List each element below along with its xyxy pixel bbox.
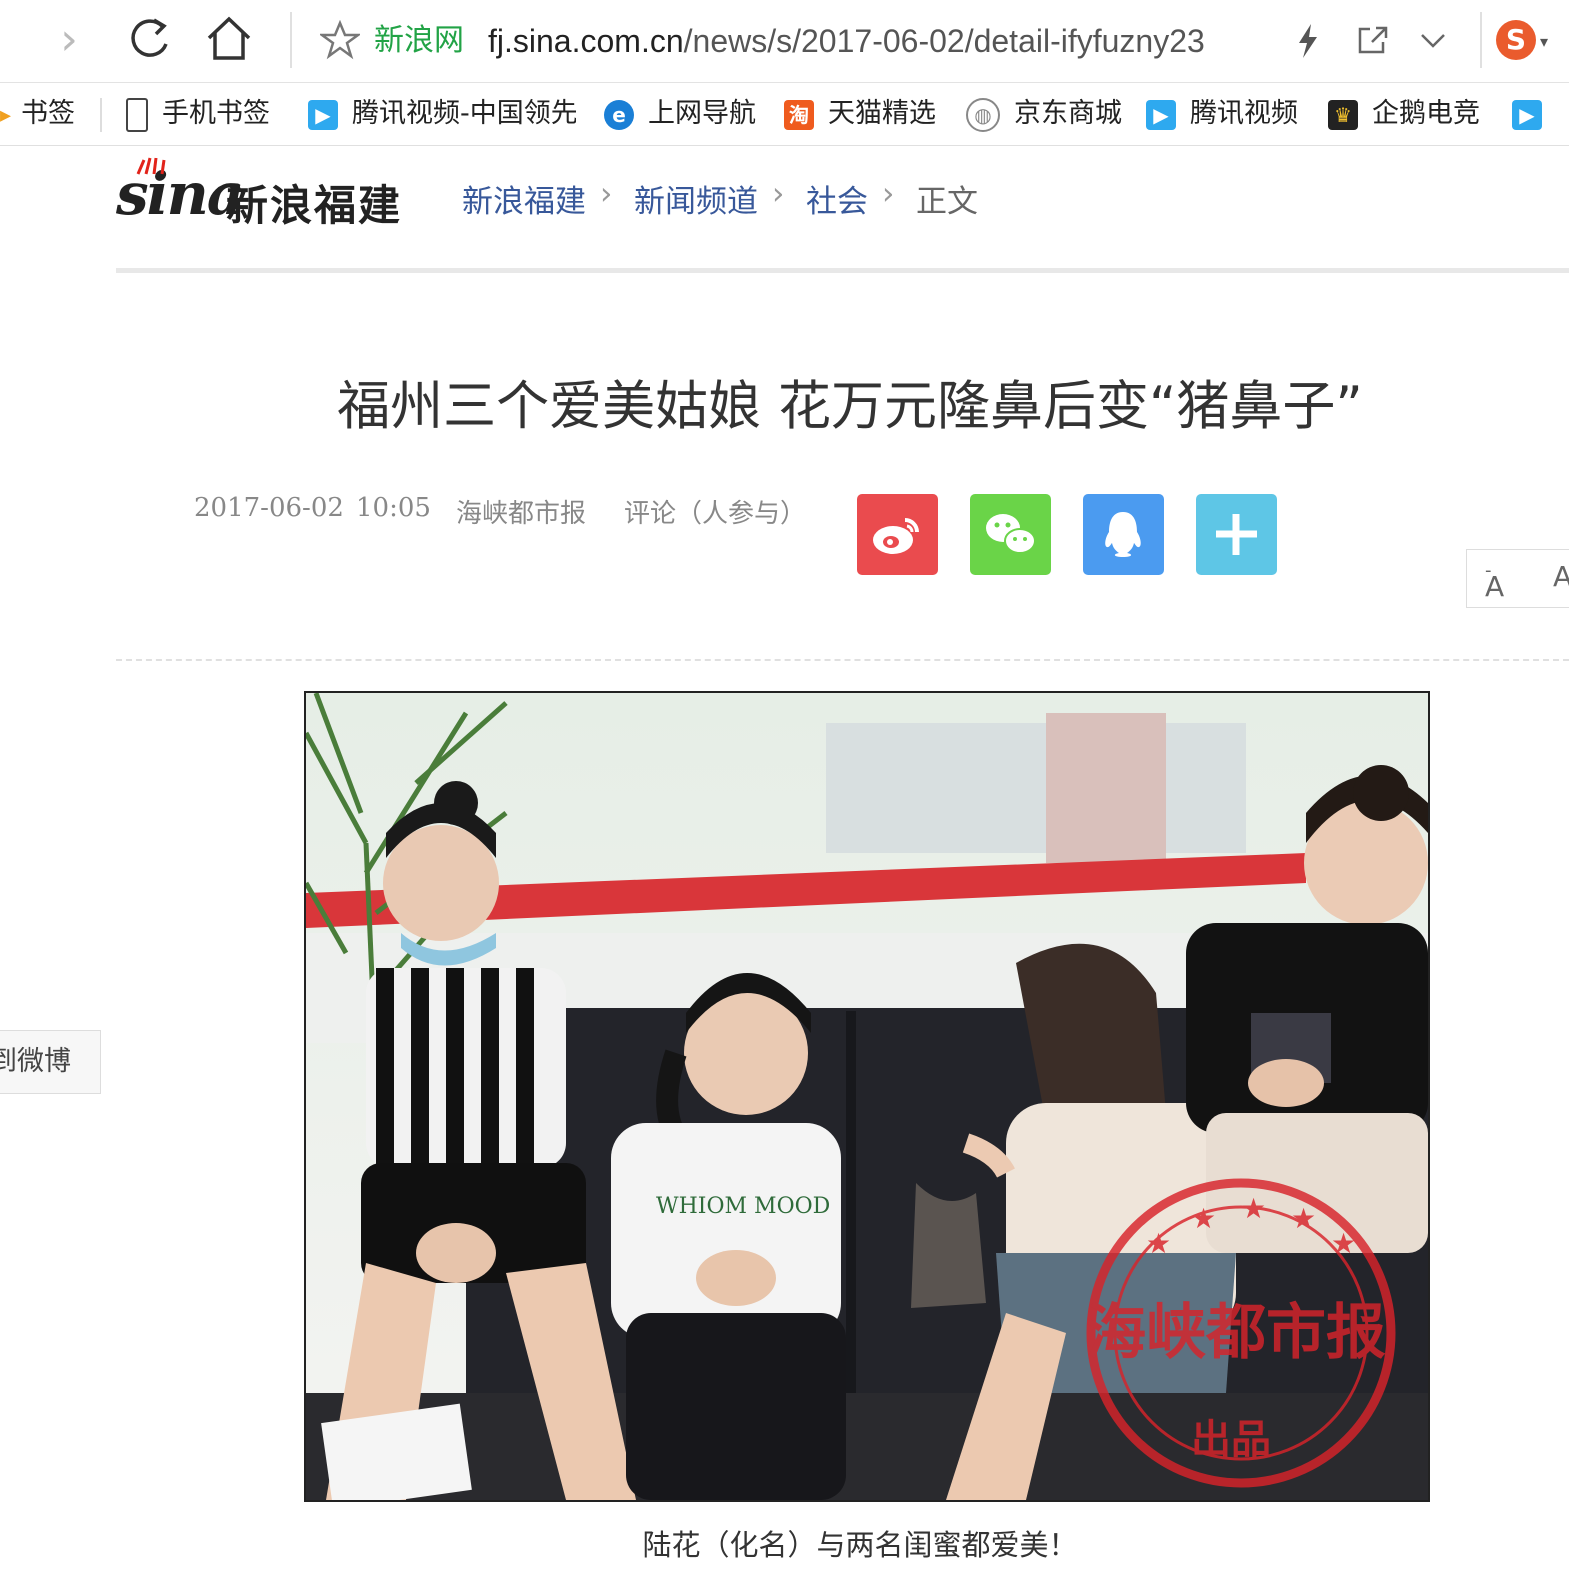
toolbar-divider xyxy=(1480,12,1482,68)
bookmark-mobile[interactable]: 手机书签 xyxy=(126,83,270,145)
breadcrumb-news[interactable]: 新闻频道 xyxy=(634,176,758,221)
bookmark-tencent-video-1[interactable]: ▶ 腾讯视频-中国领先 xyxy=(308,83,576,145)
forward-icon[interactable]: › xyxy=(44,0,94,80)
bookmark-tmall[interactable]: 淘天猫精选 xyxy=(784,83,936,145)
penguin-esports-icon: ♛ xyxy=(1328,99,1358,130)
mobile-icon xyxy=(126,97,148,132)
breadcrumb-separator-icon: › xyxy=(600,176,613,212)
font-decrease-label: A xyxy=(1485,570,1505,603)
share-wechat-button[interactable] xyxy=(970,494,1051,575)
share-page-icon[interactable] xyxy=(1356,24,1388,56)
bookmark-label: 书签 xyxy=(21,98,76,129)
share-to-weibo-tab[interactable]: 到微博 xyxy=(0,1030,101,1094)
bookmark-label: 上网导航 xyxy=(648,98,756,129)
svg-text:★: ★ xyxy=(1331,1227,1356,1260)
bookmarks-divider xyxy=(100,98,102,132)
content-divider xyxy=(116,659,1569,661)
bookmark-esports[interactable]: ♛ 企鹅电竞 xyxy=(1328,83,1480,145)
photo-caption: 陆花（化名）与两名闺蜜都爱美！ xyxy=(642,1528,1078,1562)
tencent-video-icon: ▶ xyxy=(1512,99,1542,130)
home-icon[interactable] xyxy=(204,14,254,64)
bookmark-label: 手机书签 xyxy=(162,98,270,129)
tencent-video-icon: ▶ xyxy=(1146,99,1176,130)
bookmark-jd[interactable]: ◍ 京东商城 xyxy=(966,83,1122,145)
bookmark-label: 天猫精选 xyxy=(828,98,936,129)
svg-text:★: ★ xyxy=(1241,1192,1266,1225)
address-site-label: 新浪网 xyxy=(374,23,464,58)
star-icon[interactable] xyxy=(318,19,362,60)
wechat-icon xyxy=(986,514,1036,554)
breadcrumb-separator-icon: › xyxy=(882,176,895,212)
qq-icon xyxy=(1105,512,1141,557)
font-increase-button[interactable]: A xyxy=(1553,560,1569,593)
chevron-down-icon[interactable] xyxy=(1418,28,1448,52)
lightning-icon[interactable] xyxy=(1294,22,1322,60)
bookmark-label: 企鹅电竞 xyxy=(1372,98,1480,129)
article-photo: WHIOM MOOD ★ ★ ★ ★ ★ 海峡都市报 出品 xyxy=(304,691,1430,1502)
share-qq-button[interactable] xyxy=(1083,494,1164,575)
svg-text:★: ★ xyxy=(1146,1227,1171,1260)
site-region-name: 新浪福建 xyxy=(226,181,403,230)
svg-text:★: ★ xyxy=(1291,1202,1316,1235)
plus-icon xyxy=(1216,514,1257,555)
bookmark-nav[interactable]: e 上网导航 xyxy=(604,83,756,145)
article-source[interactable]: 海峡都市报 xyxy=(456,493,586,530)
reload-icon[interactable] xyxy=(126,14,172,64)
bookmark-folder-icon: ▸ xyxy=(0,103,12,128)
svg-text:WHIOM MOOD: WHIOM MOOD xyxy=(656,1194,830,1219)
menu-arrow-icon[interactable]: ▾ xyxy=(1540,32,1548,51)
font-decrease-button[interactable]: A- xyxy=(1485,560,1504,603)
sina-eye-icon xyxy=(136,156,168,176)
watermark-text: 海峡都市报 xyxy=(1086,1298,1386,1368)
bookmark-label: 腾讯视频-中国领先 xyxy=(352,98,576,129)
breadcrumb-separator-icon: › xyxy=(772,176,785,212)
sina-logo[interactable]: sina xyxy=(116,160,244,228)
globe-icon: ◍ xyxy=(966,97,1000,132)
font-size-control: A- A xyxy=(1466,549,1569,608)
article-title: 福州三个爱美姑娘 花万元隆鼻后变“猪鼻子” xyxy=(337,376,1363,437)
bookmark-tencent-video-2[interactable]: ▶ 腾讯视频 xyxy=(1146,83,1298,145)
bookmark-shuqian[interactable]: ▸ 书签 xyxy=(0,83,75,145)
share-weibo-button[interactable] xyxy=(857,494,938,575)
url-path: /news/s/2017-06-02/detail-ifyfuzny23 xyxy=(683,23,1205,59)
tencent-video-icon: ▶ xyxy=(308,99,338,130)
bookmark-overflow[interactable]: ▶ xyxy=(1512,83,1556,145)
watermark-subtext: 出品 xyxy=(1191,1417,1271,1463)
sogou-icon[interactable]: S xyxy=(1496,20,1536,60)
svg-text:★: ★ xyxy=(1191,1202,1216,1235)
weibo-icon xyxy=(873,518,919,554)
toolbar-divider xyxy=(290,12,292,68)
bookmark-label: 腾讯视频 xyxy=(1190,98,1298,129)
address-bar[interactable]: fj.sina.com.cn/news/s/2017-06-02/detail-… xyxy=(488,0,1205,82)
article-date: 2017-06-02 xyxy=(194,493,344,523)
bookmark-label: 京东商城 xyxy=(1014,98,1122,129)
taobao-icon: 淘 xyxy=(784,99,814,130)
article-time: 10:05 xyxy=(356,493,431,523)
share-more-button[interactable] xyxy=(1196,494,1277,575)
logo-text: sina xyxy=(116,160,244,228)
breadcrumb-current: 正文 xyxy=(916,184,978,220)
article-comments[interactable]: 评论（人参与） xyxy=(624,493,806,530)
breadcrumb-society[interactable]: 社会 xyxy=(806,176,868,221)
header-divider xyxy=(116,268,1569,273)
ie-icon: e xyxy=(604,99,634,130)
breadcrumb-home[interactable]: 新浪福建 xyxy=(462,176,586,221)
url-domain: fj.sina.com.cn xyxy=(488,23,684,59)
